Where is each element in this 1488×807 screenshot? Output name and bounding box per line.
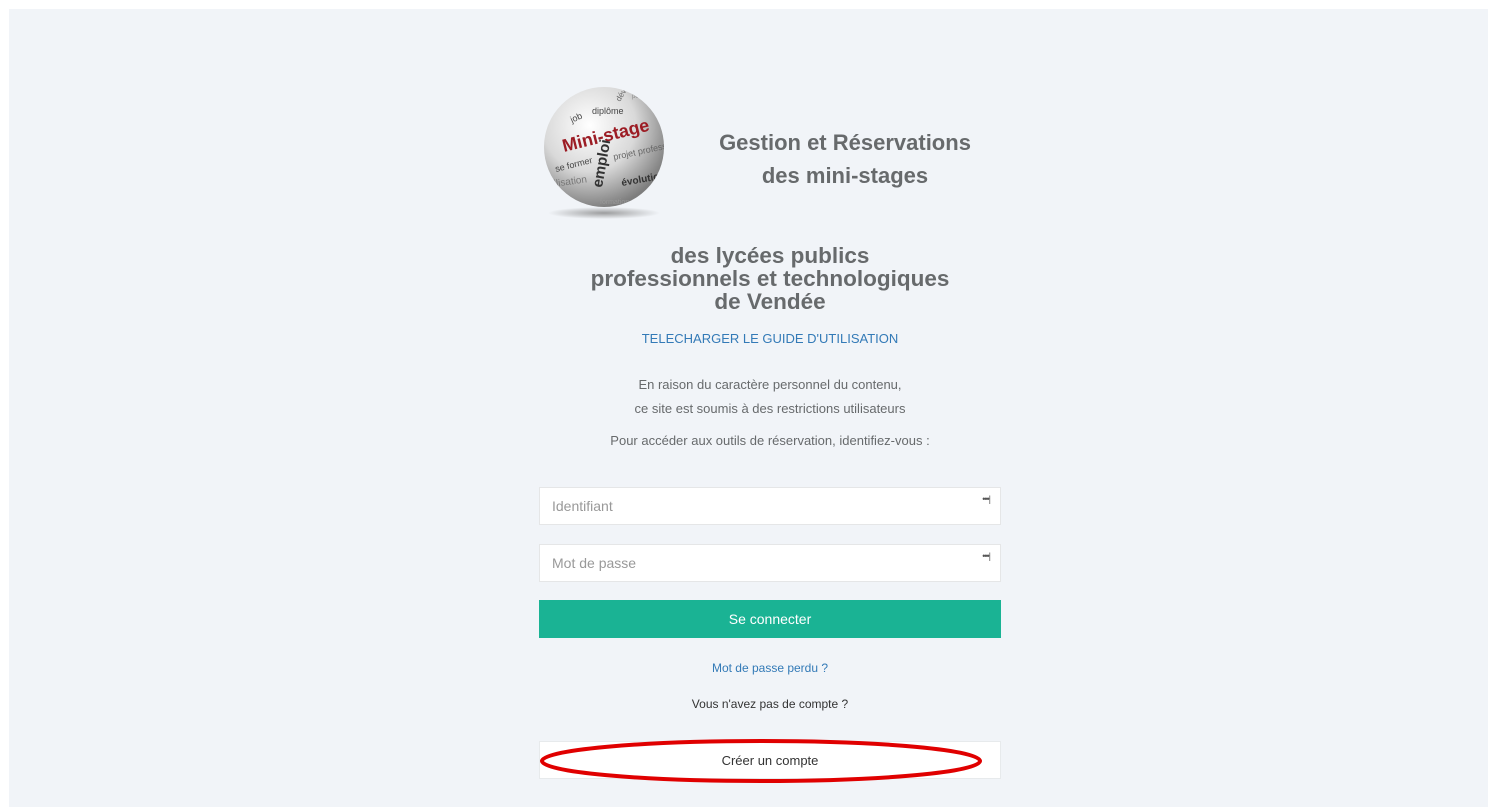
password-field-wrap: •••|	[539, 544, 1001, 582]
login-button[interactable]: Se connecter	[539, 600, 1001, 638]
site-title: Gestion et Réservations des mini-stages	[689, 126, 1001, 192]
site-title-line1: Gestion et Réservations	[719, 130, 971, 155]
create-account-button[interactable]: Créer un compte	[539, 741, 1001, 779]
site-title-line2: des mini-stages	[761, 163, 929, 188]
password-manager-icon[interactable]: •••|	[982, 551, 991, 561]
svg-text:perfection: perfection	[632, 94, 658, 100]
subtitle-line2: professionnels et technologiques	[590, 266, 950, 291]
svg-text:formation: formation	[600, 199, 629, 206]
username-field-wrap: •••|	[539, 487, 1001, 525]
login-prompt: Pour accéder aux outils de réservation, …	[610, 433, 930, 448]
password-input[interactable]	[540, 545, 1000, 581]
notice-line1: En raison du caractère personnel du cont…	[638, 377, 902, 392]
header: job diplôme développ perfection Mini-sta…	[539, 80, 1001, 230]
svg-text:diplôme: diplôme	[592, 106, 624, 116]
password-manager-icon[interactable]: •••|	[982, 494, 991, 504]
mini-stage-logo: job diplôme développ perfection Mini-sta…	[544, 87, 664, 219]
lost-password-link[interactable]: Mot de passe perdu ?	[539, 661, 1001, 675]
site-subtitle: des lycées publics professionnels et tec…	[539, 244, 1001, 313]
no-account-text: Vous n'avez pas de compte ?	[691, 697, 849, 711]
notice-line2: ce site est soumis à des restrictions ut…	[634, 401, 906, 416]
subtitle-line1: des lycées publics	[670, 243, 870, 268]
download-guide-link[interactable]: TELECHARGER LE GUIDE D'UTILISATION	[539, 331, 1001, 346]
username-input[interactable]	[540, 488, 1000, 524]
subtitle-line3: de Vendée	[714, 289, 826, 314]
restriction-notice: En raison du caractère personnel du cont…	[539, 373, 1001, 421]
